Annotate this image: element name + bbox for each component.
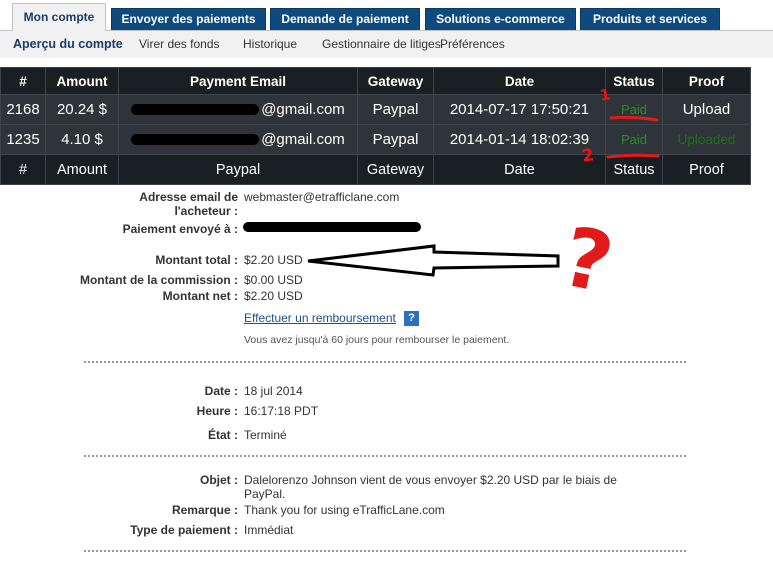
tab-mon-compte[interactable]: Mon compte [12,3,106,31]
arrow-icon [307,244,560,277]
annotation-underline [609,115,659,122]
annotation-underline [606,153,660,159]
question-mark-icon: ? [554,210,620,313]
annotation-overlay: ? [307,115,660,313]
